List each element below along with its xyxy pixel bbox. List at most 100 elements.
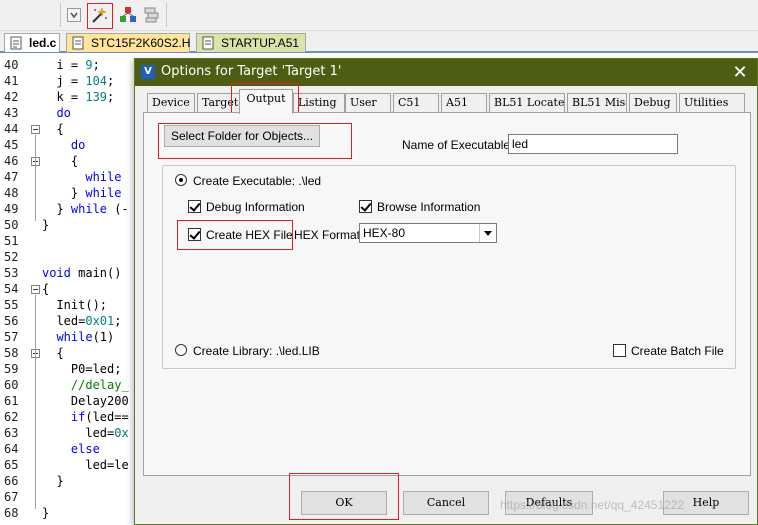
cancel-button[interactable]: Cancel [403, 491, 489, 515]
name-of-executable-label: Name of Executable: [402, 138, 514, 152]
tab-utilities[interactable]: Utilities [679, 93, 745, 113]
tab-stc15f2k60s2-h[interactable]: STC15F2K60S2.H [66, 33, 190, 52]
code-text: do [70, 138, 86, 152]
create-library-label: Create Library: .\led.LIB [193, 344, 320, 358]
code-text: while(1) [56, 330, 115, 344]
code-text: else [70, 442, 100, 456]
dropdown-arrow-icon[interactable] [64, 5, 84, 25]
line-number: 66 [4, 474, 19, 488]
create-batch-file-label: Create Batch File [631, 344, 724, 358]
tab-startup-a51[interactable]: STARTUP.A51 [196, 33, 306, 52]
line-number: 45 [4, 138, 19, 152]
stack-icon[interactable] [142, 5, 162, 25]
browse-information-checkbox[interactable] [359, 200, 372, 213]
fold-toggle[interactable] [31, 285, 40, 294]
line-number: 46 [4, 154, 19, 168]
create-batch-file-checkbox[interactable] [613, 344, 626, 357]
chevron-down-icon[interactable] [479, 224, 496, 242]
dialog-titlebar[interactable]: V Options for Target 'Target 1' ✕ [135, 59, 757, 86]
fold-guide [35, 295, 36, 509]
line-number: 61 [4, 394, 19, 408]
tab-label: led.c [29, 36, 57, 50]
ok-button[interactable]: OK [301, 491, 387, 515]
tab-output[interactable]: Output [239, 89, 293, 114]
line-number: 49 [4, 202, 19, 216]
code-text: { [42, 154, 79, 168]
tab-led-c[interactable]: led.c [4, 33, 60, 52]
line-number: 67 [4, 490, 19, 504]
code-text: led=0x [42, 426, 129, 440]
hex-format-select[interactable]: HEX-80 [359, 223, 497, 243]
line-number: 42 [4, 90, 19, 104]
uvision-logo-icon: V [141, 65, 155, 79]
line-number: 51 [4, 234, 19, 248]
fold-toggle[interactable] [31, 125, 40, 134]
file-tab-bar: led.c STC15F2K60S2.H STARTUP.A51 [0, 31, 758, 53]
uvision-window: led.c STC15F2K60S2.H STARTUP.A51 40 i = … [0, 0, 758, 525]
tab-c51[interactable]: C51 [393, 93, 439, 113]
components-icon[interactable] [118, 5, 138, 25]
dialog-title: Options for Target 'Target 1' [161, 64, 342, 79]
tab-listing[interactable]: Listing [293, 93, 345, 113]
line-number: 57 [4, 330, 19, 344]
file-icon [71, 36, 85, 50]
code-text: led=0x01; [42, 314, 122, 328]
file-icon [9, 36, 23, 50]
options-dialog: V Options for Target 'Target 1' ✕ Device… [134, 58, 758, 525]
line-number: 48 [4, 186, 19, 200]
line-number: 63 [4, 426, 19, 440]
code-text: //delay_ [42, 378, 129, 392]
tab-debug[interactable]: Debug [629, 93, 677, 113]
code-text: while [85, 170, 122, 184]
browse-information-label: Browse Information [377, 200, 481, 214]
create-executable-label: Create Executable: .\led [193, 174, 322, 188]
create-library-radio[interactable] [175, 344, 187, 356]
debug-information-checkbox[interactable] [188, 200, 201, 213]
select-folder-button[interactable]: Select Folder for Objects... [164, 125, 320, 147]
line-number: 55 [4, 298, 19, 312]
line-number: 68 [4, 506, 19, 520]
create-hex-file-label: Create HEX File [206, 228, 293, 242]
toolbar-divider [166, 3, 167, 27]
tab-bl51-locate[interactable]: BL51 Locate [489, 93, 565, 113]
output-tab-panel: Select Folder for Objects... Name of Exe… [143, 112, 751, 476]
close-icon[interactable]: ✕ [731, 62, 749, 83]
tab-device[interactable]: Device [147, 93, 195, 113]
code-text: led=le [42, 458, 129, 472]
line-number: 43 [4, 106, 19, 120]
create-executable-radio[interactable] [175, 174, 187, 186]
create-executable-group [162, 165, 736, 369]
name-of-executable-input[interactable]: led [508, 134, 678, 154]
debug-information-label: Debug Information [206, 200, 305, 214]
toolbar-divider [60, 3, 61, 27]
line-number: 41 [4, 74, 19, 88]
code-text: j = 104; [42, 74, 115, 88]
toolbar [0, 0, 758, 31]
line-number: 56 [4, 314, 19, 328]
code-text: do [56, 106, 71, 120]
dialog-tabs: Device Target Output Listing User C51 A5… [143, 89, 749, 114]
hex-format-value: HEX-80 [363, 226, 406, 240]
create-hex-file-checkbox[interactable] [188, 228, 201, 241]
line-number: 47 [4, 170, 19, 184]
tab-label: STC15F2K60S2.H [91, 36, 191, 50]
line-number: 50 [4, 218, 19, 232]
code-text: { [42, 282, 50, 296]
code-text: void main() [42, 266, 122, 280]
code-text: Delay200 [42, 394, 129, 408]
watermark: https://blog.csdn.net/qq_42451222 [500, 498, 685, 512]
code-text: { [42, 346, 64, 360]
line-number: 59 [4, 362, 19, 376]
tab-a51[interactable]: A51 [441, 93, 487, 113]
code-text: } while [42, 186, 122, 200]
line-number: 58 [4, 346, 19, 360]
file-icon [201, 36, 215, 50]
magic-wand-icon[interactable] [89, 5, 109, 25]
code-text: i = 9; [42, 58, 100, 72]
tab-bl51-misc[interactable]: BL51 Misc [567, 93, 627, 113]
code-text: Init(); [42, 298, 108, 312]
tab-user[interactable]: User [345, 93, 391, 113]
line-number: 53 [4, 266, 19, 280]
fold-guide [35, 135, 36, 221]
tab-target[interactable]: Target [197, 93, 241, 113]
